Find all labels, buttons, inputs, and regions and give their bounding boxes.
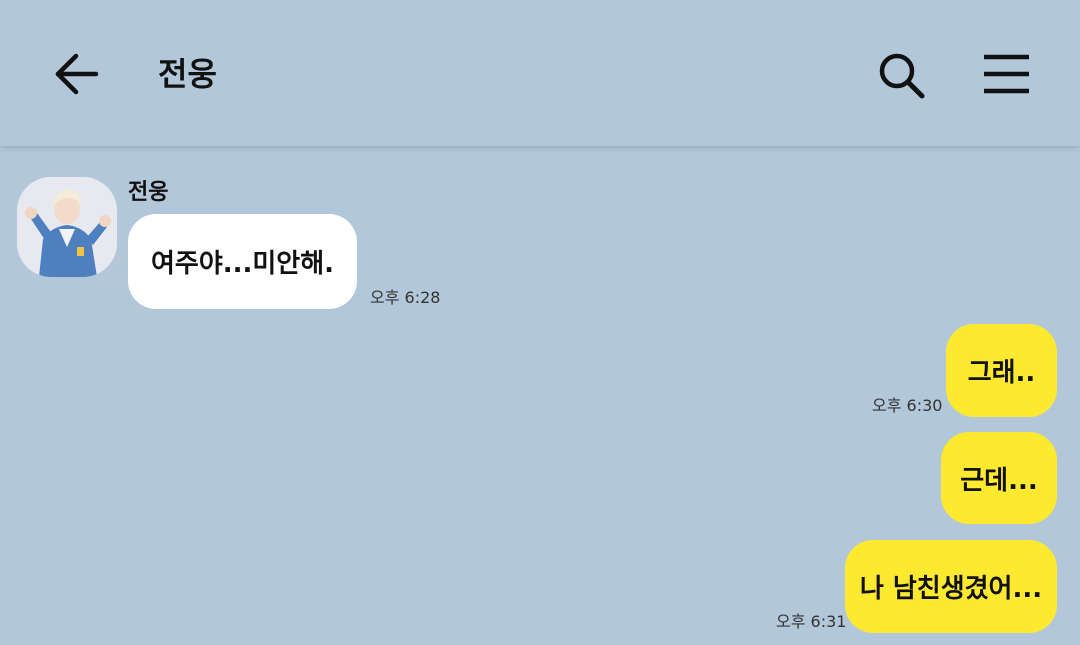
search-icon	[879, 53, 925, 99]
outgoing-message-bubble[interactable]: 근데...	[941, 432, 1057, 524]
message-text: 나 남친생겼어...	[859, 574, 1043, 604]
outgoing-message-bubble[interactable]: 나 남친생겼어...	[845, 540, 1057, 633]
hamburger-menu-icon	[984, 54, 1029, 94]
message-list: 전웅 여주야...미안해. 오후 6:28 그래.. 오후 6:30 근데...…	[0, 146, 1080, 645]
message-timestamp: 오후 6:30	[872, 396, 943, 415]
message-text: 근데...	[960, 465, 1038, 496]
arrow-left-icon	[55, 53, 99, 95]
sender-name: 전웅	[128, 180, 169, 205]
message-timestamp: 오후 6:28	[370, 288, 441, 307]
menu-button[interactable]	[978, 48, 1036, 100]
chat-header: 전웅	[0, 0, 1080, 146]
message-text: 여주야...미안해.	[150, 249, 335, 279]
avatar[interactable]	[17, 177, 117, 277]
outgoing-message-bubble[interactable]: 그래..	[946, 324, 1057, 417]
profile-photo	[17, 177, 117, 277]
search-button[interactable]	[872, 48, 930, 102]
chat-title: 전웅	[158, 55, 217, 93]
back-button[interactable]	[48, 48, 104, 100]
incoming-message-bubble[interactable]: 여주야...미안해.	[128, 214, 357, 309]
message-text: 그래..	[967, 358, 1036, 388]
message-timestamp: 오후 6:31	[776, 612, 847, 631]
